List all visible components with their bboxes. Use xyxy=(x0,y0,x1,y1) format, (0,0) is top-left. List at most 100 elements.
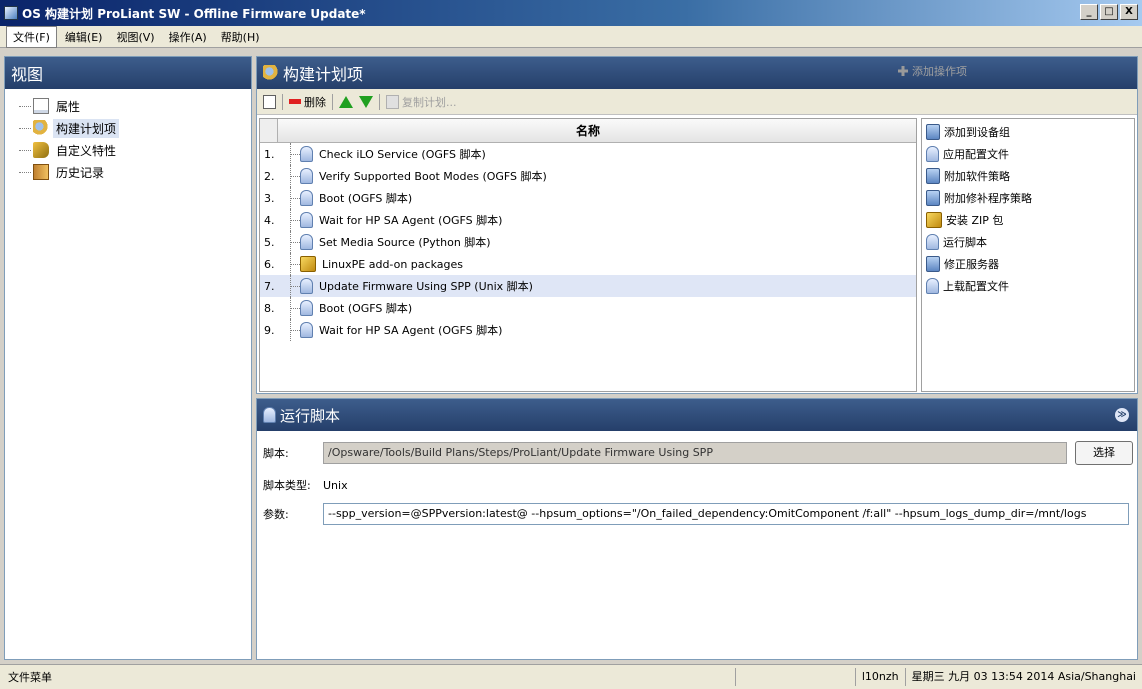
step-row[interactable]: 3. Boot (OGFS 脚本) xyxy=(260,187,916,209)
operation-item[interactable]: 添加到设备组 xyxy=(922,121,1134,143)
tree-item-custom-attributes[interactable]: 自定义特性 xyxy=(15,139,251,161)
operation-label: 应用配置文件 xyxy=(943,148,1009,161)
script-type-value: Unix xyxy=(323,478,348,492)
step-number: 9. xyxy=(264,323,275,337)
tree-item-build-plan-items[interactable]: 构建计划项 xyxy=(15,117,251,139)
parameters-input[interactable]: --spp_version=@SPPversion:latest@ --hpsu… xyxy=(323,503,1129,525)
panel-title: 运行脚本 xyxy=(280,406,341,425)
script-icon xyxy=(300,278,313,294)
script-icon xyxy=(926,234,939,250)
views-pane: 视图 属性 构建计划项 自定义特性 历史记录 xyxy=(4,56,252,660)
tree-item-label: 构建计划项 xyxy=(53,118,120,138)
window-controls: _ □ X xyxy=(1080,4,1138,20)
step-row[interactable]: 2. Verify Supported Boot Modes (OGFS 脚本) xyxy=(260,165,916,187)
operation-label: 修正服务器 xyxy=(944,258,999,271)
script-icon xyxy=(300,300,313,316)
run-script-panel: 运行脚本 ≫ 脚本: /Opsware/Tools/Build Plans/St… xyxy=(256,398,1138,660)
toolbar-separator xyxy=(332,93,333,110)
minimize-button[interactable]: _ xyxy=(1080,4,1098,20)
tree-item-label: 属性 xyxy=(56,99,81,114)
plus-icon xyxy=(898,66,908,76)
server-group-icon xyxy=(926,124,940,140)
panel-title: 构建计划项 xyxy=(283,65,364,84)
operation-label: 附加软件策略 xyxy=(944,170,1010,183)
status-datetime: 星期三 九月 03 13:54 2014 Asia/Shanghai xyxy=(904,668,1142,686)
step-label: Wait for HP SA Agent (OGFS 脚本) xyxy=(319,214,503,227)
operation-label: 附加修补程序策略 xyxy=(944,192,1032,205)
zip-icon xyxy=(300,256,316,272)
step-row[interactable]: 8. Boot (OGFS 脚本) xyxy=(260,297,916,319)
menu-edit[interactable]: 编辑(E) xyxy=(59,27,109,47)
step-number: 7. xyxy=(264,279,275,293)
build-plan-items-panel: 构建计划项 删除 复制计划... 添加操作项 名称 1. Check iLO Se… xyxy=(256,56,1138,394)
tree-connector xyxy=(286,275,300,297)
operation-item[interactable]: 应用配置文件 xyxy=(922,143,1134,165)
step-row[interactable]: 9. Wait for HP SA Agent (OGFS 脚本) xyxy=(260,319,916,341)
tree-item-properties[interactable]: 属性 xyxy=(15,95,251,117)
collapse-icon[interactable]: ≫ xyxy=(1115,408,1129,422)
script-icon xyxy=(300,190,313,206)
software-policy-icon xyxy=(926,168,940,184)
step-label: Boot (OGFS 脚本) xyxy=(319,302,413,315)
tree-connector xyxy=(286,253,300,275)
menu-view[interactable]: 视图(V) xyxy=(110,27,160,47)
tree-connector xyxy=(286,297,300,319)
step-number: 1. xyxy=(264,147,275,161)
operation-label: 运行脚本 xyxy=(943,236,987,249)
upload-config-icon xyxy=(926,278,939,294)
history-icon xyxy=(33,164,49,180)
script-icon xyxy=(300,168,313,184)
operation-item[interactable]: 修正服务器 xyxy=(922,253,1134,275)
tree-item-history[interactable]: 历史记录 xyxy=(15,161,251,183)
operation-item[interactable]: 上载配置文件 xyxy=(922,275,1134,297)
gear-icon xyxy=(33,120,49,136)
gear-icon xyxy=(263,65,279,81)
toolbar-separator xyxy=(379,93,380,110)
title-bar: OS 构建计划 ProLiant SW - Offline Firmware U… xyxy=(0,0,1142,26)
menu-action[interactable]: 操作(A) xyxy=(163,27,213,47)
steps-table: 名称 1. Check iLO Service (OGFS 脚本) 2. Verify… xyxy=(259,118,917,392)
step-row[interactable]: 7. Update Firmware Using SPP (Unix 脚本) xyxy=(260,275,916,297)
tree-connector xyxy=(286,143,300,165)
patch-policy-icon xyxy=(926,190,940,206)
steps-column-header[interactable]: 名称 xyxy=(260,119,916,143)
arrow-up-icon xyxy=(339,95,353,108)
operation-item[interactable]: 安装 ZIP 包 xyxy=(922,209,1134,231)
config-file-icon xyxy=(926,146,939,162)
copy-plan-button[interactable]: 复制计划... xyxy=(386,94,457,110)
menu-bar: 文件(F) 编辑(E) 视图(V) 操作(A) 帮助(H) xyxy=(0,25,1142,48)
toolbar-separator xyxy=(282,93,283,110)
operation-item[interactable]: 附加软件策略 xyxy=(922,165,1134,187)
script-icon xyxy=(300,234,313,250)
operation-item[interactable]: 附加修补程序策略 xyxy=(922,187,1134,209)
menu-file[interactable]: 文件(F) xyxy=(6,25,57,48)
parameters-label: 参数: xyxy=(263,508,289,521)
app-icon xyxy=(4,6,18,20)
close-button[interactable]: X xyxy=(1120,4,1138,20)
step-row[interactable]: 4. Wait for HP SA Agent (OGFS 脚本) xyxy=(260,209,916,231)
add-operation-button[interactable]: 添加操作项 xyxy=(898,63,967,79)
tree-connector xyxy=(286,209,300,231)
delete-button[interactable]: 删除 xyxy=(289,94,326,110)
script-type-row: 脚本类型: Unix xyxy=(263,477,348,493)
choose-button[interactable]: 选择 xyxy=(1075,441,1133,465)
status-spacer xyxy=(734,668,855,686)
script-path-field: /Opsware/Tools/Build Plans/Steps/ProLian… xyxy=(323,442,1067,464)
step-row[interactable]: 1. Check iLO Service (OGFS 脚本) xyxy=(260,143,916,165)
step-number: 6. xyxy=(264,257,275,271)
step-row[interactable]: 6. LinuxPE add-on packages xyxy=(260,253,916,275)
menu-help[interactable]: 帮助(H) xyxy=(215,27,266,47)
operation-label: 上载配置文件 xyxy=(943,280,1009,293)
properties-button[interactable] xyxy=(263,94,276,109)
maximize-button[interactable]: □ xyxy=(1100,4,1118,20)
script-icon xyxy=(300,212,313,228)
move-up-button[interactable] xyxy=(339,95,353,108)
tree-item-label: 历史记录 xyxy=(56,165,105,180)
script-icon xyxy=(263,407,276,423)
move-down-button[interactable] xyxy=(359,95,373,108)
arrow-down-icon xyxy=(359,95,373,108)
step-number: 4. xyxy=(264,213,275,227)
step-row[interactable]: 5. Set Media Source (Python 脚本) xyxy=(260,231,916,253)
operation-item[interactable]: 运行脚本 xyxy=(922,231,1134,253)
step-number: 5. xyxy=(264,235,275,249)
